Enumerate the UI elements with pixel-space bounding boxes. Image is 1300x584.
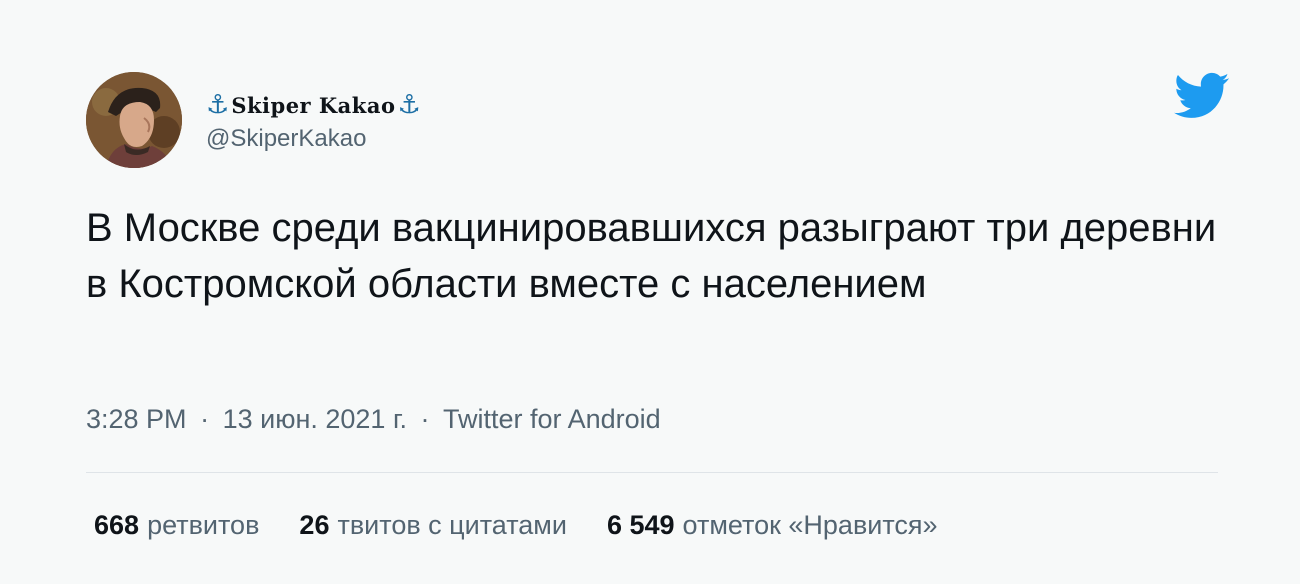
tweet-stats: 668 ретвитов 26 твитов с цитатами 6 549 отм… <box>94 510 978 541</box>
author-handle[interactable]: @SkiperKakao <box>206 125 421 153</box>
anchor-icon: ⚓ <box>397 90 421 120</box>
meta-separator: · <box>200 404 210 434</box>
tweet-text: В Москве среди вакцинировавшихся разыгра… <box>86 206 1217 306</box>
tweet-header: ⚓ Skiper Kakao ⚓ @SkiperKakao <box>86 72 421 168</box>
retweets-count: 668 <box>94 510 140 540</box>
tweet-card: ⚓ Skiper Kakao ⚓ @SkiperKakao В Москве с… <box>0 0 1300 584</box>
stat-likes[interactable]: 6 549 отметок «Нравится» <box>607 510 938 541</box>
meta-separator: · <box>420 404 430 434</box>
quotes-count: 26 <box>299 510 330 540</box>
display-name-text: Skiper Kakao <box>231 92 396 118</box>
tweet-source[interactable]: Twitter for Android <box>443 404 661 434</box>
quotes-label: твитов с цитатами <box>337 510 567 540</box>
stat-quotes[interactable]: 26 твитов с цитатами <box>299 510 567 541</box>
anchor-icon: ⚓ <box>206 90 230 120</box>
tweet-meta: 3:28 PM · 13 июн. 2021 г. · Twitter for … <box>86 404 661 435</box>
tweet-date[interactable]: 13 июн. 2021 г. <box>223 404 407 434</box>
stat-retweets[interactable]: 668 ретвитов <box>94 510 259 541</box>
divider <box>86 472 1218 473</box>
tweet-time[interactable]: 3:28 PM <box>86 404 187 434</box>
portrait-avatar-image <box>86 72 182 168</box>
author-names: ⚓ Skiper Kakao ⚓ @SkiperKakao <box>206 87 421 153</box>
avatar[interactable] <box>86 72 182 168</box>
author-display-name[interactable]: ⚓ Skiper Kakao ⚓ <box>206 87 421 123</box>
likes-label: отметок «Нравится» <box>682 510 938 540</box>
retweets-label: ретвитов <box>147 510 260 540</box>
twitter-bird-icon[interactable] <box>1174 72 1230 120</box>
likes-count: 6 549 <box>606 510 675 540</box>
